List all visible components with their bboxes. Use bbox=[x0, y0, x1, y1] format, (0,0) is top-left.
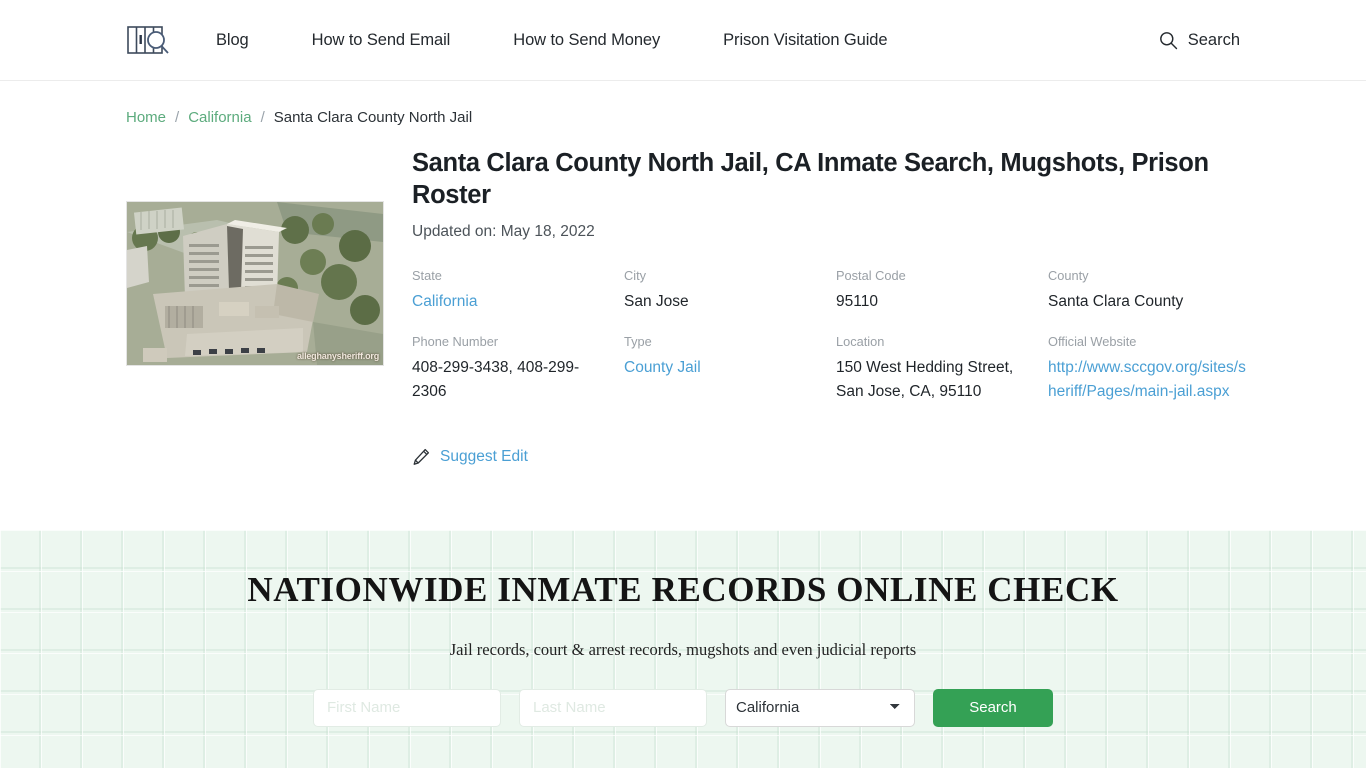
detail-location: Location 150 West Hedding Street, San Jo… bbox=[836, 334, 1048, 424]
detail-value-city: San Jose bbox=[624, 293, 689, 311]
detail-label-state: State bbox=[412, 267, 442, 283]
promo-subtitle: Jail records, court & arrest records, mu… bbox=[449, 639, 917, 659]
breadcrumb-item-current: Santa Clara County North Jail bbox=[273, 109, 473, 126]
detail-value-phone-number: 408-299-3438, 408-299-2306 bbox=[412, 359, 580, 401]
detail-value-state: California bbox=[412, 290, 610, 314]
header-search-label: Search bbox=[1187, 30, 1240, 49]
detail-label-official-website: Official Website bbox=[1048, 334, 1137, 350]
facility-photo-image bbox=[127, 202, 383, 365]
jail-bars-magnifier-logo[interactable] bbox=[126, 23, 170, 57]
facility-info-column: Santa Clara County North Jail, CA Inmate… bbox=[412, 148, 1260, 471]
main-nav: Blog How to Send Email How to Send Money… bbox=[216, 25, 888, 56]
detail-value-type: County Jail bbox=[624, 356, 822, 380]
logo-svg bbox=[127, 26, 169, 54]
nav-item-how-to-send-money[interactable]: How to Send Money bbox=[513, 25, 660, 56]
state-link[interactable]: California bbox=[412, 293, 477, 310]
updated-date: Updated on: May 18, 2022 bbox=[412, 222, 595, 240]
detail-type: Type County Jail bbox=[624, 334, 836, 424]
detail-label-type: Type bbox=[624, 334, 652, 350]
detail-label-postal-code: Postal Code bbox=[836, 267, 906, 283]
detail-phone-number: Phone Number 408-299-3438, 408-299-2306 bbox=[412, 334, 624, 424]
breadcrumb-separator: / bbox=[260, 109, 265, 126]
nav-item-prison-visitation-guide[interactable]: Prison Visitation Guide bbox=[723, 25, 887, 56]
search-icon bbox=[1159, 31, 1177, 49]
detail-city: City San Jose bbox=[624, 268, 836, 334]
official-website-link[interactable]: http://www.sccgov.org/sites/sheriff/Page… bbox=[1048, 359, 1246, 400]
header-search-toggle[interactable]: Search bbox=[1159, 31, 1240, 50]
detail-label-location: Location bbox=[836, 334, 885, 350]
nav-item-blog[interactable]: Blog bbox=[216, 25, 249, 56]
facility-photo-column: alleghanysheriff.org bbox=[126, 148, 412, 366]
breadcrumb-separator: / bbox=[175, 109, 180, 126]
first-name-input[interactable] bbox=[313, 688, 501, 727]
pencil-icon bbox=[413, 449, 430, 466]
last-name-input[interactable] bbox=[519, 688, 707, 727]
site-header: Blog How to Send Email How to Send Money… bbox=[0, 0, 1366, 81]
main-content: Home / California / Santa Clara County N… bbox=[0, 81, 1366, 768]
suggest-edit-label: Suggest Edit bbox=[440, 448, 528, 466]
detail-value-official-website: http://www.sccgov.org/sites/sheriff/Page… bbox=[1048, 356, 1246, 404]
detail-county: County Santa Clara County bbox=[1048, 268, 1260, 334]
nationwide-search-promo: NATIONWIDE INMATE RECORDS ONLINE CHECK J… bbox=[0, 530, 1366, 768]
inmate-search-form: California Search bbox=[0, 688, 1366, 727]
breadcrumb-item-home[interactable]: Home bbox=[126, 109, 166, 126]
facility-detail-grid: State California City San Jose Postal Co… bbox=[412, 268, 1260, 425]
detail-official-website: Official Website http://www.sccgov.org/s… bbox=[1048, 334, 1260, 424]
type-link[interactable]: County Jail bbox=[624, 359, 701, 376]
facility-photo[interactable]: alleghanysheriff.org bbox=[126, 201, 384, 366]
suggest-edit-button[interactable]: Suggest Edit bbox=[412, 448, 528, 466]
detail-postal-code: Postal Code 95110 bbox=[836, 268, 1048, 334]
promo-title: NATIONWIDE INMATE RECORDS ONLINE CHECK bbox=[247, 570, 1119, 610]
detail-value-location: 150 West Hedding Street, San Jose, CA, 9… bbox=[836, 359, 1014, 401]
header-inner: Blog How to Send Email How to Send Money… bbox=[0, 23, 1366, 57]
photo-watermark: alleghanysheriff.org bbox=[296, 351, 379, 361]
detail-value-postal-code: 95110 bbox=[836, 293, 878, 311]
breadcrumb: Home / California / Santa Clara County N… bbox=[126, 81, 1240, 126]
detail-label-phone-number: Phone Number bbox=[412, 334, 499, 350]
page-title: Santa Clara County North Jail, CA Inmate… bbox=[412, 149, 1209, 209]
state-select[interactable]: California bbox=[725, 688, 915, 727]
detail-state: State California bbox=[412, 268, 624, 334]
detail-label-city: City bbox=[624, 267, 647, 283]
detail-label-county: County bbox=[1048, 267, 1089, 283]
search-button[interactable]: Search bbox=[933, 688, 1053, 727]
facility-section: alleghanysheriff.org Santa Clara County … bbox=[126, 148, 1246, 471]
nav-item-how-to-send-email[interactable]: How to Send Email bbox=[312, 25, 451, 56]
breadcrumb-item-california[interactable]: California bbox=[188, 109, 251, 126]
detail-value-county: Santa Clara County bbox=[1048, 293, 1184, 311]
content-container: Home / California / Santa Clara County N… bbox=[0, 81, 1366, 471]
